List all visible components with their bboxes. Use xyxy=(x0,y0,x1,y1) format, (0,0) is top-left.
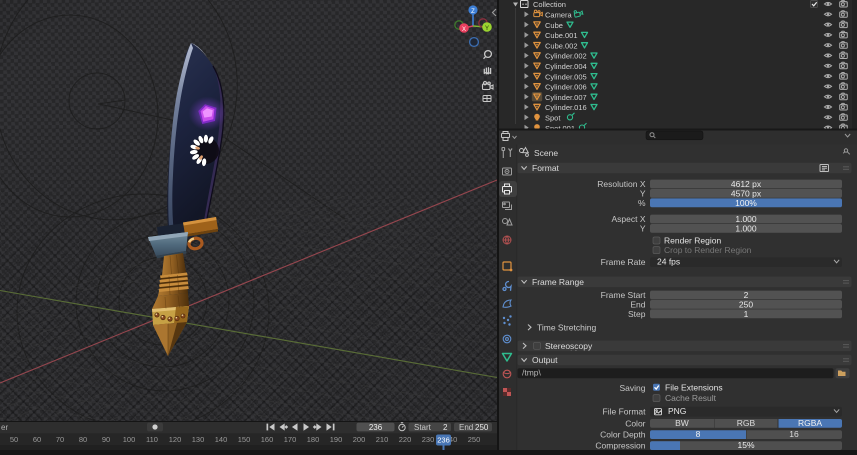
svg-text:70: 70 xyxy=(56,435,64,444)
svg-text:2: 2 xyxy=(443,423,448,432)
svg-text:Cube: Cube xyxy=(545,21,563,30)
svg-text:Cylinder.004: Cylinder.004 xyxy=(545,62,587,71)
svg-text:Cube.001: Cube.001 xyxy=(545,31,578,40)
svg-text:Stereoscopy: Stereoscopy xyxy=(545,341,593,351)
svg-text:100: 100 xyxy=(123,435,136,444)
svg-text:Resolution X: Resolution X xyxy=(597,179,646,189)
svg-text:Camera: Camera xyxy=(545,11,573,20)
svg-text:110: 110 xyxy=(146,435,158,444)
svg-text:Render Region: Render Region xyxy=(664,236,721,246)
svg-text:200: 200 xyxy=(353,435,366,444)
svg-text:Output: Output xyxy=(532,355,558,365)
svg-text:Collection: Collection xyxy=(533,0,566,9)
svg-text:Saving: Saving xyxy=(620,383,646,393)
svg-text:1.000: 1.000 xyxy=(735,223,757,233)
svg-text:60: 60 xyxy=(33,435,41,444)
svg-text:120: 120 xyxy=(169,435,182,444)
svg-text:190: 190 xyxy=(330,435,343,444)
svg-text:Y: Y xyxy=(640,223,646,233)
svg-text:160: 160 xyxy=(261,435,274,444)
svg-text:90: 90 xyxy=(102,435,110,444)
svg-text:File Extensions: File Extensions xyxy=(665,382,723,392)
svg-text:8: 8 xyxy=(696,429,701,439)
svg-text:Time Stretching: Time Stretching xyxy=(537,323,596,333)
svg-text:210: 210 xyxy=(376,435,389,444)
svg-text:BW: BW xyxy=(675,418,689,428)
svg-text:150: 150 xyxy=(238,435,251,444)
svg-text:Color: Color xyxy=(625,418,645,428)
svg-text:File Format: File Format xyxy=(603,407,647,417)
svg-text:Format: Format xyxy=(532,163,560,173)
svg-text:Scene: Scene xyxy=(534,148,558,158)
svg-text:220: 220 xyxy=(399,435,412,444)
svg-text:er: er xyxy=(1,423,8,432)
svg-text:RGB: RGB xyxy=(737,418,756,428)
svg-text:130: 130 xyxy=(192,435,205,444)
svg-text:End: End xyxy=(459,423,473,432)
svg-text:RGBA: RGBA xyxy=(798,418,822,428)
svg-text:250: 250 xyxy=(468,435,481,444)
svg-text:Cylinder.002: Cylinder.002 xyxy=(545,52,587,61)
svg-text:Color Depth: Color Depth xyxy=(600,430,646,440)
svg-text:Cylinder.007: Cylinder.007 xyxy=(545,93,587,102)
svg-text:100%: 100% xyxy=(735,198,757,208)
svg-text:170: 170 xyxy=(284,435,297,444)
svg-text:Compression: Compression xyxy=(595,441,645,450)
svg-text:230: 230 xyxy=(422,435,435,444)
svg-text:Cylinder.006: Cylinder.006 xyxy=(545,83,587,92)
svg-text:PNG: PNG xyxy=(668,406,686,416)
svg-text:Cylinder.005: Cylinder.005 xyxy=(545,72,587,81)
svg-text:Start: Start xyxy=(414,423,432,432)
svg-text:/tmp\: /tmp\ xyxy=(522,368,542,378)
svg-text:80: 80 xyxy=(79,435,87,444)
svg-text:250: 250 xyxy=(475,423,489,432)
svg-text:Z: Z xyxy=(471,9,475,15)
svg-text:15%: 15% xyxy=(737,440,754,450)
svg-text:Frame Rate: Frame Rate xyxy=(601,257,646,267)
svg-text:Y: Y xyxy=(485,26,489,32)
svg-text:Cube.002: Cube.002 xyxy=(545,41,578,50)
svg-text:Spot: Spot xyxy=(545,114,561,123)
svg-text:Cylinder.016: Cylinder.016 xyxy=(545,103,587,112)
svg-text:50: 50 xyxy=(10,435,18,444)
svg-text:1: 1 xyxy=(744,309,749,319)
svg-text:24 fps: 24 fps xyxy=(657,257,680,267)
svg-text:X: X xyxy=(462,27,466,33)
svg-text:%: % xyxy=(638,198,646,208)
svg-text:180: 180 xyxy=(307,435,320,444)
svg-text:16: 16 xyxy=(789,429,799,439)
svg-text:Frame Range: Frame Range xyxy=(532,277,584,287)
svg-text:Crop to Render Region: Crop to Render Region xyxy=(664,245,752,255)
svg-text:140: 140 xyxy=(215,435,228,444)
svg-text:236: 236 xyxy=(437,436,450,445)
svg-text:Step: Step xyxy=(628,309,646,319)
svg-text:Cache Result: Cache Result xyxy=(665,393,717,403)
svg-text:236: 236 xyxy=(369,423,383,432)
